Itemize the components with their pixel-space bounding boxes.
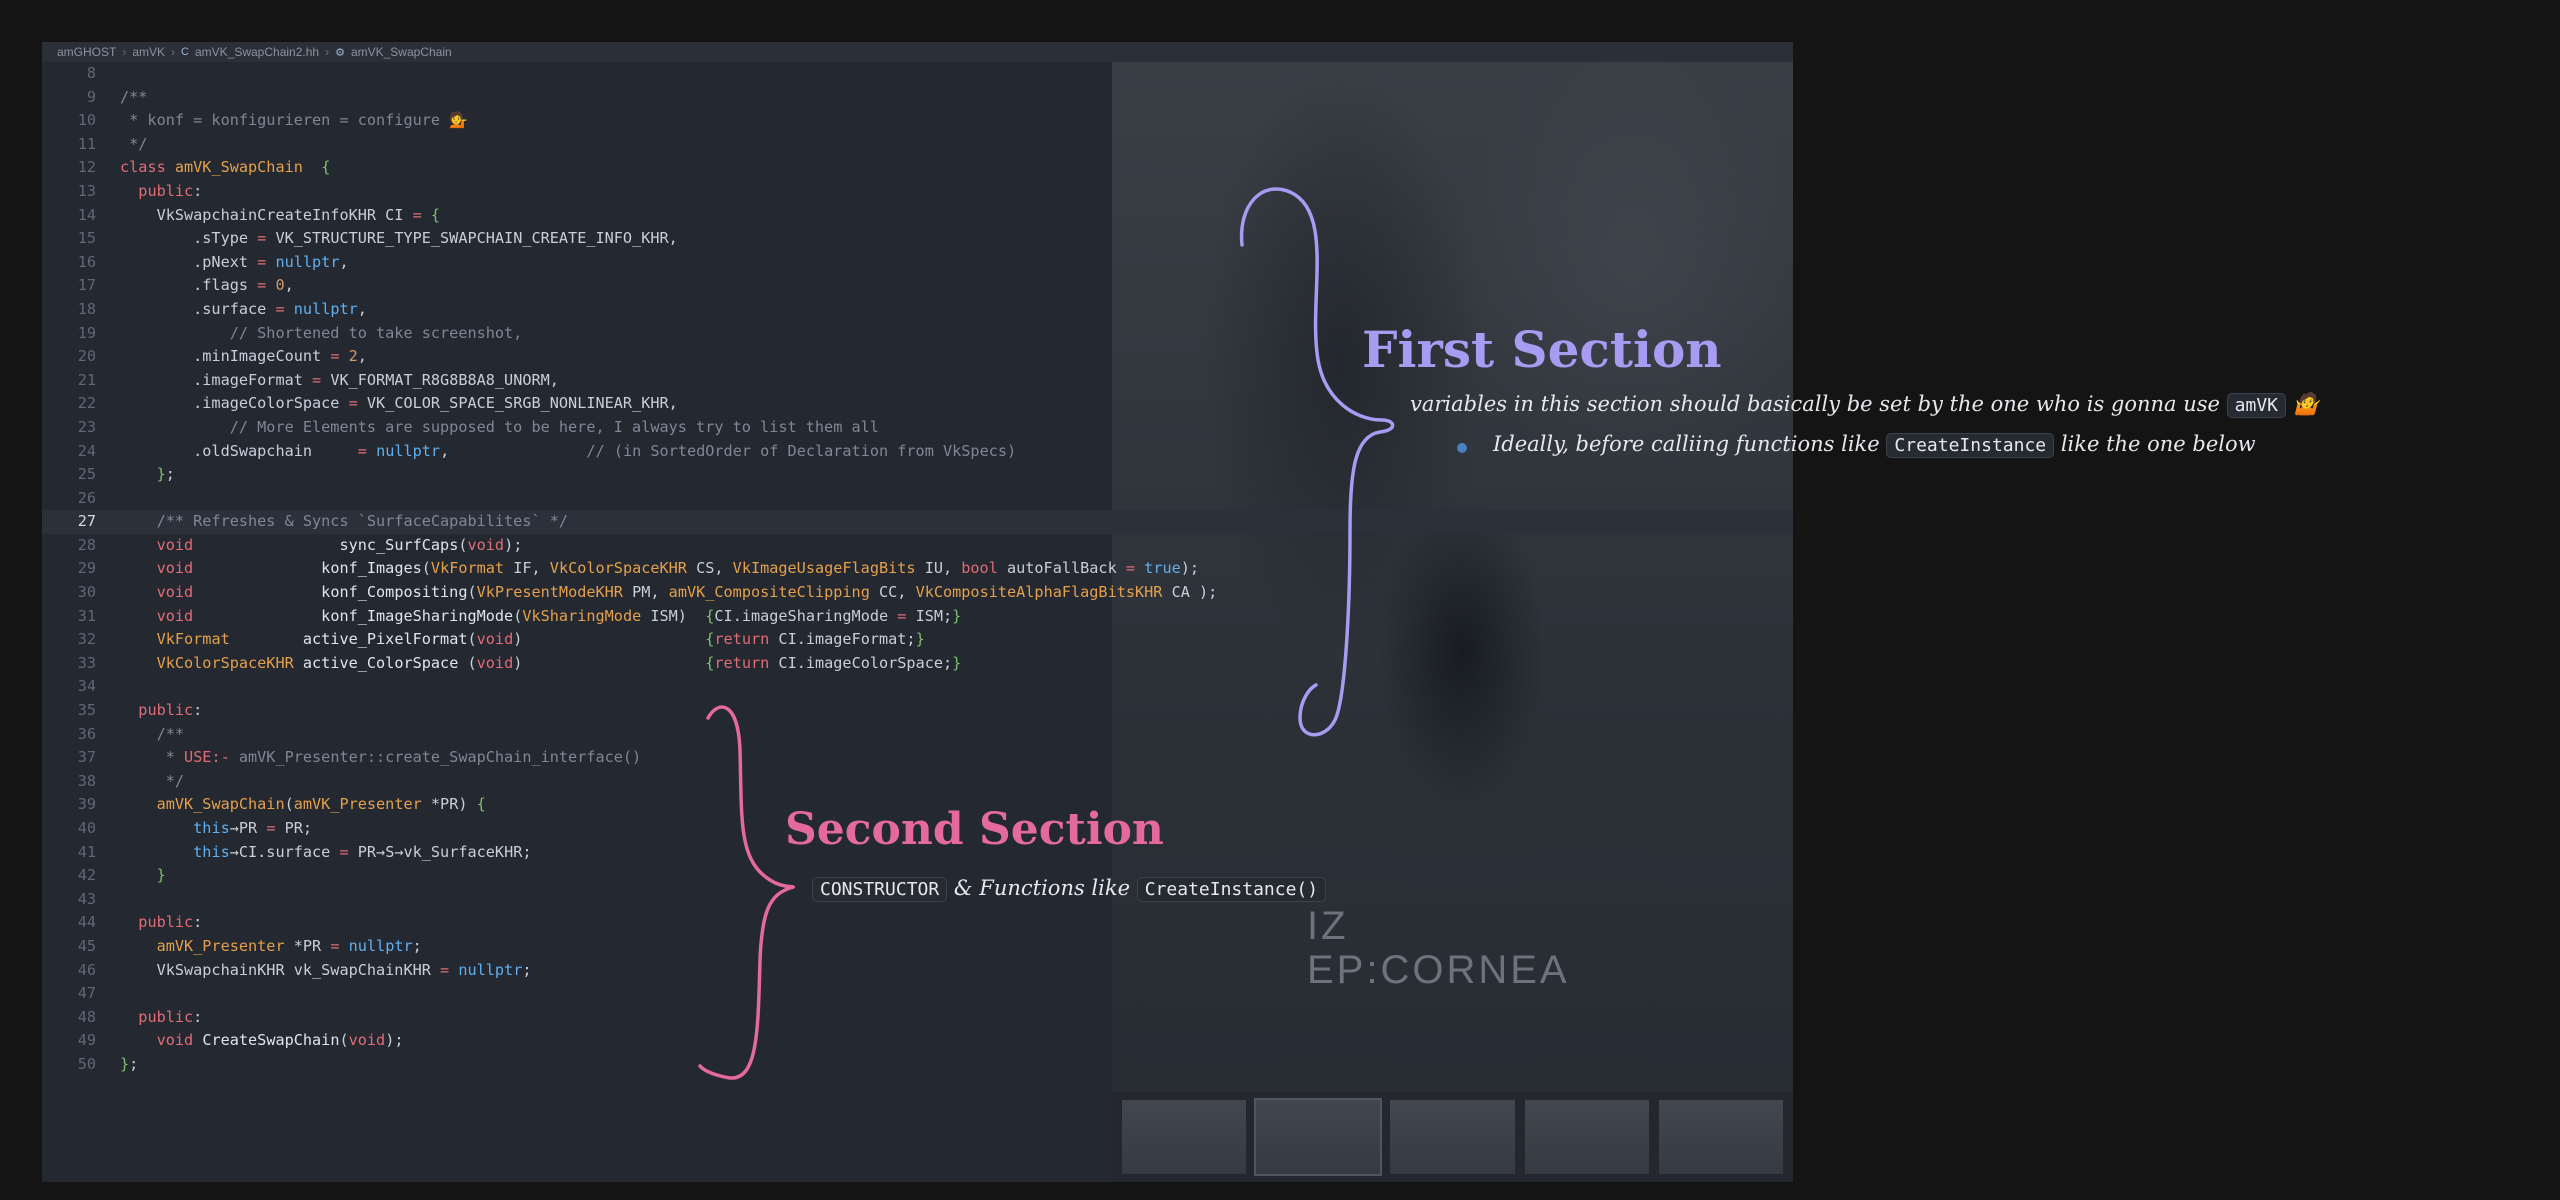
second-section-text: & Functions like: [953, 876, 1131, 900]
inline-code-createinstance: CreateInstance: [1886, 433, 2055, 458]
first-section-bullet: Ideally, before calliing functions like …: [1493, 432, 2256, 458]
bullet-text-post: like the one below: [2060, 432, 2256, 456]
inline-code-createinstance-call: CreateInstance(): [1136, 877, 1327, 902]
inline-code-constructor: CONSTRUCTOR: [812, 877, 948, 902]
second-section-title: Second Section: [785, 804, 1164, 855]
first-section-title: First Section: [1362, 320, 1722, 379]
shrug-emoji-icon: 🤷: [2292, 392, 2319, 416]
first-section-brace: [1239, 187, 1395, 737]
second-section-brace: [698, 705, 795, 1080]
bullet-text-pre: Ideally, before calliing functions like: [1493, 432, 1880, 456]
inline-code-amvk: amVK: [2226, 393, 2287, 418]
first-section-text: variables in this section should basical…: [1410, 392, 2220, 416]
second-section-description: CONSTRUCTOR & Functions like CreateInsta…: [812, 876, 1327, 902]
first-section-description: variables in this section should basical…: [1410, 392, 2319, 418]
bullet-dot-icon: [1457, 443, 1467, 453]
brace-annotations: [698, 187, 1395, 1080]
